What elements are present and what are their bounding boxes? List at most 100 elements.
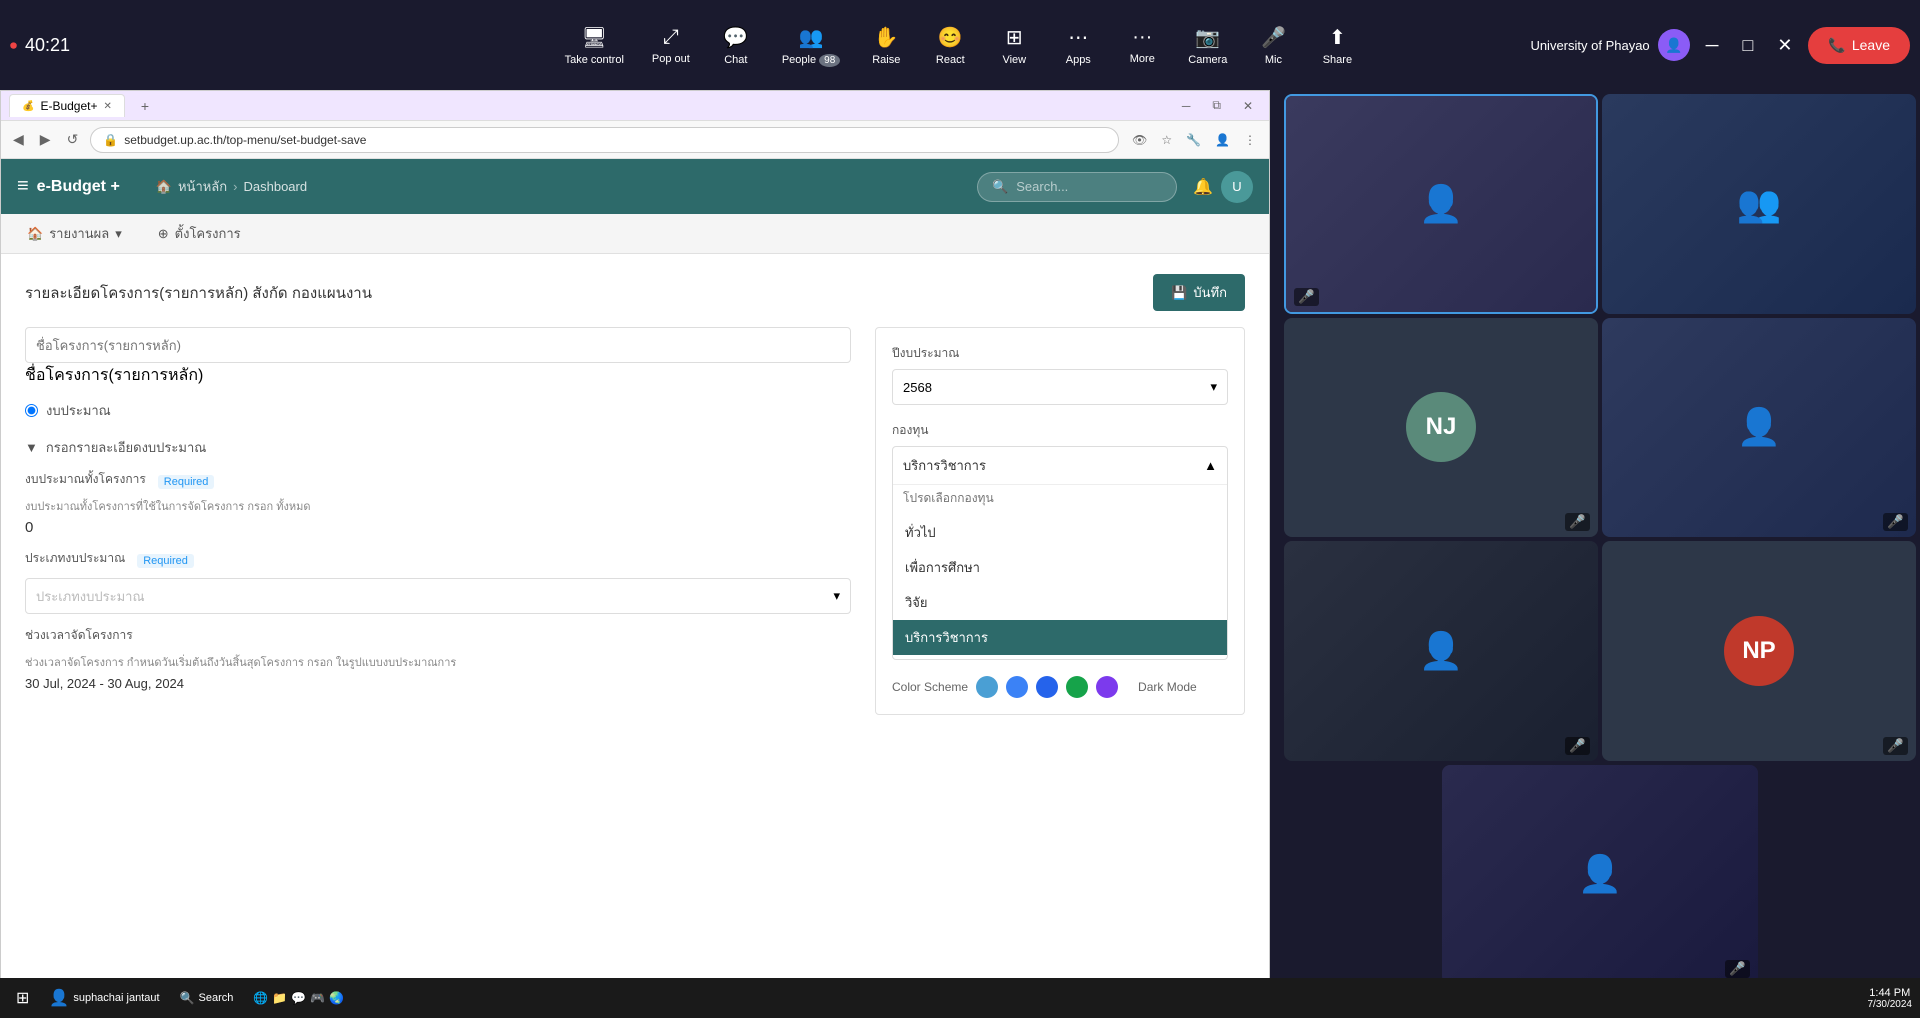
color-scheme-section: Color Scheme Dark Mode — [892, 676, 1228, 698]
notification-bell[interactable]: 🔔 — [1193, 177, 1213, 197]
browser-minimize-button[interactable]: ─ — [1174, 94, 1199, 117]
participant-card-5: 👤 🎤 — [1284, 541, 1598, 761]
close-button[interactable]: ✕ — [1769, 31, 1800, 60]
pop-out-button[interactable]: ⤢ Pop out — [640, 20, 702, 71]
profile-icon[interactable]: 👤 — [1210, 130, 1235, 150]
browser-close-button[interactable]: ✕ — [1235, 94, 1261, 117]
share-button[interactable]: ⬆ Share — [1307, 19, 1367, 72]
dropdown-icon: ▾ — [115, 226, 122, 242]
taskbar-icon-4[interactable]: 🎮 — [310, 991, 325, 1005]
nav-report[interactable]: 🏠 รายงานผล ▾ — [17, 217, 132, 250]
back-button[interactable]: ◀ — [9, 127, 28, 152]
record-indicator: ⏺ — [10, 37, 17, 54]
taskbar-icon-2[interactable]: 📁 — [272, 991, 287, 1005]
browser-tab[interactable]: 💰 E-Budget+ ✕ — [9, 94, 125, 117]
refresh-button[interactable]: ↺ — [63, 127, 83, 152]
color-teal[interactable] — [976, 676, 998, 698]
radio-group: งบประมาณ — [25, 400, 851, 421]
new-tab-button[interactable]: + — [133, 94, 157, 118]
p5-mic-btn[interactable]: 🎤 — [1565, 737, 1590, 755]
mic-button[interactable]: 🎤 Mic — [1243, 19, 1303, 72]
fund-select[interactable]: บริการวิชาการ ▲ ทั่วไป เพื่อการศึกษา วิจ… — [892, 446, 1228, 660]
more-button[interactable]: ··· More — [1112, 20, 1172, 71]
fiscal-year-section: ปีงบประมาณ 2568 ▾ — [892, 344, 1228, 405]
leave-button[interactable]: 📞 Leave — [1808, 27, 1910, 64]
settings-icon[interactable]: ⋮ — [1239, 130, 1261, 150]
minimize-button[interactable]: ─ — [1698, 31, 1727, 60]
color-blue[interactable] — [1006, 676, 1028, 698]
tab-close-button[interactable]: ✕ — [104, 101, 112, 112]
fiscal-year-select[interactable]: 2568 ▾ — [892, 369, 1228, 405]
timer: 40:21 — [25, 35, 70, 56]
header-icons: 🔔 U — [1193, 171, 1253, 203]
date-range-label: ช่วงเวลาจัดโครงการ — [25, 626, 133, 645]
participant-1-mic-btn[interactable]: 🎤 — [1294, 288, 1319, 306]
color-green[interactable] — [1066, 676, 1088, 698]
browser-window: 💰 E-Budget+ ✕ + ─ ⧉ ✕ ◀ ▶ ↺ 🔒 setbudget.… — [0, 90, 1270, 1018]
teams-toolbar: ⏺ 40:21 🖥 Take control ⤢ Pop out 💬 Chat … — [0, 0, 1920, 90]
participant-card-7: 👤 🎤 — [1442, 765, 1758, 985]
required-badge: Required — [158, 475, 215, 489]
take-control-icon: 🖥 — [582, 25, 607, 50]
maximize-button[interactable]: □ — [1734, 31, 1761, 60]
section-group-header[interactable]: ▼ กรอกรายละเอียดงบประมาณ — [25, 437, 851, 458]
camera-button[interactable]: 📷 Camera — [1176, 19, 1239, 72]
fund-option-general[interactable]: ทั่วไป — [893, 515, 1227, 550]
fund-option-service[interactable]: บริการวิชาการ — [893, 620, 1227, 655]
lock-icon: 🔒 — [103, 133, 118, 147]
color-darkblue[interactable] — [1036, 676, 1058, 698]
p4-mic-btn[interactable]: 🎤 — [1883, 513, 1908, 531]
save-button[interactable]: 💾 บันทึก — [1153, 274, 1245, 311]
fund-select-header[interactable]: บริการวิชาการ ▲ — [893, 447, 1227, 484]
budget-required-badge: Required — [137, 554, 194, 568]
people-button[interactable]: 👥 People 98 — [770, 19, 852, 72]
extensions-icon[interactable]: 🔧 — [1181, 130, 1206, 150]
eye-icon[interactable]: 👁 — [1127, 130, 1152, 150]
search-icon: 🔍 — [992, 179, 1008, 195]
form-area: ชื่อโครงการ(รายการหลัก) งบประมาณ ▼ กรอกร… — [25, 327, 1245, 715]
fund-chevron: ▲ — [1204, 458, 1217, 473]
start-button[interactable]: ⊞ — [8, 984, 37, 1012]
budget-type-select[interactable]: ประเภทงบประมาณ ▾ — [25, 578, 851, 614]
take-control-button[interactable]: 🖥 Take control — [553, 19, 636, 72]
address-bar[interactable]: 🔒 setbudget.up.ac.th/top-menu/set-budget… — [90, 127, 1119, 153]
fund-label: กองทุน — [892, 421, 1228, 440]
view-button[interactable]: ⊞ View — [984, 19, 1044, 72]
fund-search-input[interactable] — [893, 484, 1227, 511]
forward-button[interactable]: ▶ — [36, 127, 55, 152]
fund-option-education[interactable]: เพื่อการศึกษา — [893, 550, 1227, 585]
search-box[interactable]: 🔍 Search... — [977, 172, 1177, 202]
user-avatar-header[interactable]: U — [1221, 171, 1253, 203]
main-content: รายละเอียดโครงการ(รายการหลัก) สังกัด กอง… — [1, 254, 1269, 735]
raise-button[interactable]: ✋ Raise — [856, 19, 916, 72]
browser-restore-button[interactable]: ⧉ — [1204, 94, 1229, 117]
fund-option-research[interactable]: วิจัย — [893, 585, 1227, 620]
color-purple[interactable] — [1096, 676, 1118, 698]
apps-button[interactable]: ⋯ Apps — [1048, 19, 1108, 72]
user-icon: 👤 — [49, 988, 69, 1008]
taskbar-icon-3[interactable]: 💬 — [291, 991, 306, 1005]
bookmark-icon[interactable]: ☆ — [1156, 130, 1177, 150]
p7-mic-btn[interactable]: 🎤 — [1725, 960, 1750, 978]
np-mic-btn[interactable]: 🎤 — [1883, 737, 1908, 755]
home-icon: 🏠 — [156, 179, 172, 195]
date-range-value: 30 Jul, 2024 - 30 Aug, 2024 — [25, 676, 184, 691]
apps-icon: ⋯ — [1068, 25, 1088, 50]
form-left: ชื่อโครงการ(รายการหลัก) งบประมาณ ▼ กรอกร… — [25, 327, 851, 715]
taskbar-user: 👤 suphachai jantaut — [41, 984, 167, 1012]
project-name-placeholder: ชื่อโครงการ(รายการหลัก) — [25, 367, 203, 384]
chat-button[interactable]: 💬 Chat — [706, 19, 766, 72]
nj-mic-btn[interactable]: 🎤 — [1565, 513, 1590, 531]
project-name-input[interactable] — [25, 327, 851, 363]
university-name: University of Phayao — [1530, 38, 1649, 53]
date-range-desc: ช่วงเวลาจัดโครงการ กำหนดวันเริ่มต้นถึงวั… — [25, 653, 851, 671]
url-text: setbudget.up.ac.th/top-menu/set-budget-s… — [124, 133, 1106, 147]
react-button[interactable]: 😊 React — [920, 19, 980, 72]
taskbar-icon-1[interactable]: 🌐 — [253, 991, 268, 1005]
nav-project[interactable]: ⊕ ตั้งโครงการ — [148, 217, 251, 250]
taskbar-icon-5[interactable]: 🌏 — [329, 991, 344, 1005]
breadcrumb-home[interactable]: หน้าหลัก — [178, 176, 227, 197]
search-taskbar[interactable]: 🔍 Search — [172, 987, 242, 1009]
react-icon: 😊 — [938, 25, 963, 50]
budget-radio[interactable] — [25, 404, 38, 417]
